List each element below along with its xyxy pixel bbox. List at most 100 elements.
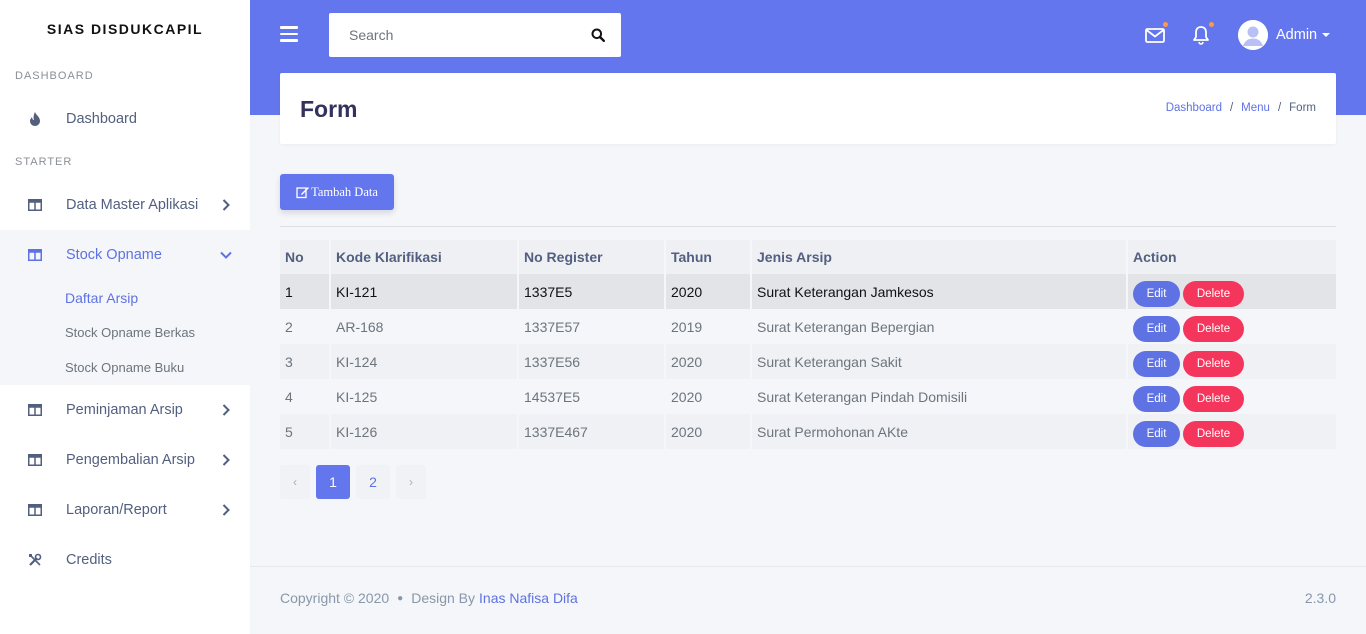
pagination-page-1[interactable]: 1 <box>316 465 350 499</box>
cell-tahun: 2020 <box>665 379 752 414</box>
col-header-action: Action <box>1127 240 1336 274</box>
sidebar-item-label: Pengembalian Arsip <box>66 452 195 468</box>
version-text: 2.3.0 <box>1304 590 1336 606</box>
user-name: Admin <box>1276 27 1318 43</box>
sidebar-item-label: Dashboard <box>66 111 137 127</box>
table-header-row: No Kode Klarifikasi No Register Tahun Je… <box>280 240 1336 274</box>
cell-no: 1 <box>280 274 331 309</box>
pagination-next-button[interactable]: › <box>396 465 426 499</box>
search-box <box>329 13 621 57</box>
cell-jenis: Surat Permohonan AKte <box>751 414 1128 449</box>
cell-kode: KI-125 <box>330 379 519 414</box>
table-icon <box>26 451 44 469</box>
sidebar-item-laporan[interactable]: Laporan/Report <box>0 485 250 535</box>
delete-button[interactable]: Delete <box>1183 280 1244 307</box>
brand-title[interactable]: SIAS DISDUKCAPIL <box>0 0 250 58</box>
cell-register: 14537E5 <box>518 379 666 414</box>
cell-register: 1337E56 <box>518 344 666 379</box>
cell-no: 2 <box>280 309 331 344</box>
section-title-starter: STARTER <box>15 156 73 168</box>
col-header-kode: Kode Klarifikasi <box>330 240 519 274</box>
sidebar-item-label: Peminjaman Arsip <box>66 402 183 418</box>
edit-button[interactable]: Edit <box>1133 385 1180 412</box>
cell-no: 3 <box>280 344 331 379</box>
sidebar-item-credits[interactable]: Credits <box>0 535 250 585</box>
edit-button[interactable]: Edit <box>1133 280 1180 307</box>
fire-icon <box>26 110 44 128</box>
cell-kode: KI-121 <box>330 274 519 309</box>
sidebar-item-peminjaman[interactable]: Peminjaman Arsip <box>0 385 250 435</box>
cell-kode: KI-126 <box>330 414 519 449</box>
author-link[interactable]: Inas Nafisa Difa <box>479 590 578 606</box>
cell-tahun: 2020 <box>665 344 752 379</box>
divider <box>280 226 1336 227</box>
cell-action: Edit Delete <box>1127 274 1336 309</box>
archive-table: No Kode Klarifikasi No Register Tahun Je… <box>280 240 1336 449</box>
cell-jenis: Surat Keterangan Bepergian <box>751 309 1128 344</box>
user-menu[interactable]: Admin <box>1238 20 1331 50</box>
table-row: 5 KI-126 1337E467 2020 Surat Permohonan … <box>280 414 1336 449</box>
cell-tahun: 2020 <box>665 274 752 309</box>
chevron-down-icon <box>220 249 232 261</box>
sidebar-item-label: Laporan/Report <box>66 502 167 518</box>
edit-button[interactable]: Edit <box>1133 315 1180 342</box>
search-input[interactable] <box>329 13 575 57</box>
col-header-register: No Register <box>518 240 666 274</box>
table-row: 4 KI-125 14537E5 2020 Surat Keterangan P… <box>280 379 1336 414</box>
hamburger-menu-icon[interactable] <box>280 26 298 42</box>
sidebar-subitem-stock-opname-buku[interactable]: Stock Opname Buku <box>0 350 250 385</box>
table-row: 2 AR-168 1337E57 2019 Surat Keterangan B… <box>280 309 1336 344</box>
delete-button[interactable]: Delete <box>1183 385 1244 412</box>
table-icon <box>26 196 44 214</box>
mail-icon[interactable] <box>1144 22 1168 46</box>
sidebar-item-dashboard[interactable]: Dashboard <box>0 94 250 144</box>
col-header-no: No <box>280 240 331 274</box>
cell-jenis: Surat Keterangan Jamkesos <box>751 274 1128 309</box>
sidebar: SIAS DISDUKCAPIL DASHBOARD Dashboard STA… <box>0 0 250 634</box>
search-icon[interactable] <box>575 13 621 57</box>
sidebar-item-data-master[interactable]: Data Master Aplikasi <box>0 180 250 230</box>
sidebar-item-stock-opname[interactable]: Stock Opname <box>0 230 250 280</box>
breadcrumb: Dashboard / Menu / Form <box>1166 102 1316 114</box>
notification-dot <box>1163 22 1168 27</box>
delete-button[interactable]: Delete <box>1183 420 1244 447</box>
breadcrumb-separator: / <box>1229 102 1234 114</box>
design-by-text: Design By <box>411 590 476 606</box>
pagination-page-2[interactable]: 2 <box>356 465 390 499</box>
delete-button[interactable]: Delete <box>1183 315 1244 342</box>
section-title-dashboard: DASHBOARD <box>15 70 94 82</box>
add-data-button[interactable]: Tambah Data <box>280 174 394 210</box>
breadcrumb-separator: / <box>1277 102 1282 114</box>
cell-jenis: Surat Keterangan Sakit <box>751 344 1128 379</box>
delete-button[interactable]: Delete <box>1183 350 1244 377</box>
table-icon <box>26 246 44 264</box>
cell-tahun: 2020 <box>665 414 752 449</box>
cell-action: Edit Delete <box>1127 309 1336 344</box>
chevron-right-icon <box>220 404 232 416</box>
table-row: 1 KI-121 1337E5 2020 Surat Keterangan Ja… <box>280 274 1336 309</box>
cell-register: 1337E5 <box>518 274 666 309</box>
sidebar-subitem-stock-opname-berkas[interactable]: Stock Opname Berkas <box>0 315 250 350</box>
chevron-right-icon <box>220 199 232 211</box>
notification-dot <box>1209 22 1214 27</box>
pagination-prev-button[interactable]: ‹ <box>280 465 310 499</box>
breadcrumb-dashboard[interactable]: Dashboard <box>1166 102 1222 114</box>
cell-kode: AR-168 <box>330 309 519 344</box>
cell-action: Edit Delete <box>1127 344 1336 379</box>
edit-icon <box>296 185 310 199</box>
cell-register: 1337E467 <box>518 414 666 449</box>
cell-jenis: Surat Keterangan Pindah Domisili <box>751 379 1128 414</box>
sidebar-item-label: Credits <box>66 552 112 568</box>
footer-divider <box>250 566 1366 567</box>
sidebar-subitem-daftar-arsip[interactable]: Daftar Arsip <box>0 280 250 315</box>
breadcrumb-menu[interactable]: Menu <box>1241 102 1270 114</box>
edit-button[interactable]: Edit <box>1133 420 1180 447</box>
sidebar-item-label: Data Master Aplikasi <box>66 197 199 213</box>
sidebar-item-pengembalian[interactable]: Pengembalian Arsip <box>0 435 250 485</box>
cell-tahun: 2019 <box>665 309 752 344</box>
edit-button[interactable]: Edit <box>1133 350 1180 377</box>
tools-icon <box>26 551 44 569</box>
col-header-tahun: Tahun <box>665 240 752 274</box>
bell-icon[interactable] <box>1190 22 1214 46</box>
pagination: ‹ 1 2 › <box>280 465 432 499</box>
